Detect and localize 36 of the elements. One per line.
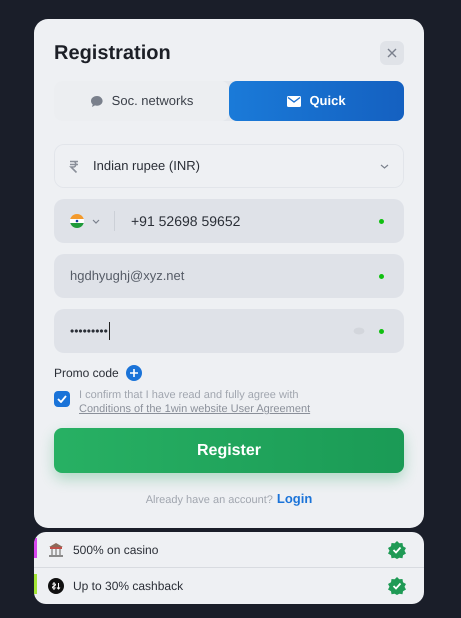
rupee-icon <box>69 160 79 172</box>
password-field[interactable]: ••••••••• <box>54 309 404 353</box>
building-icon <box>48 542 64 558</box>
phone-value: +91 52698 59652 <box>131 212 240 230</box>
promo-code-label: Promo code <box>54 365 119 382</box>
agreement-text: I confirm that I have read and fully agree with <box>79 389 299 402</box>
currency-select[interactable]: Indian rupee (INR) <box>54 144 404 188</box>
phone-field[interactable]: +91 52698 59652 <box>54 199 404 243</box>
email-value: hgdhyughj@xyz.net <box>70 267 184 286</box>
password-value: ••••••••• <box>70 322 110 340</box>
login-link[interactable]: Login <box>276 489 312 508</box>
register-button[interactable]: Register <box>54 428 404 473</box>
close-button[interactable] <box>380 41 404 65</box>
login-prompt: Already have an account? <box>146 493 273 508</box>
close-icon <box>387 48 397 58</box>
agree-checkbox[interactable] <box>54 391 70 407</box>
bonus-label: 500% on casino <box>73 542 158 558</box>
plus-icon <box>130 369 138 377</box>
dialog-title: Registration <box>54 41 171 66</box>
chevron-down-icon <box>380 164 389 168</box>
chat-bubble-icon <box>90 94 104 108</box>
email-field[interactable]: hgdhyughj@xyz.net <box>54 254 404 298</box>
country-selector[interactable] <box>70 211 115 231</box>
chevron-down-icon <box>92 218 100 224</box>
verified-badge-icon <box>388 577 406 595</box>
user-agreement-link[interactable]: Conditions of the 1win website User Agreement <box>79 402 310 416</box>
cashback-icon <box>48 578 64 594</box>
tab[interactable]: Soc. networks <box>54 81 229 121</box>
add-promo-button[interactable] <box>126 365 142 381</box>
verified-badge-icon <box>388 540 406 558</box>
currency-value: Indian rupee (INR) <box>93 157 200 176</box>
india-flag-icon <box>70 214 84 228</box>
bonus-label: Up to 30% cashback <box>73 578 184 595</box>
envelope-icon <box>287 96 302 106</box>
tab[interactable]: Quick <box>229 81 404 121</box>
check-icon <box>57 395 67 403</box>
